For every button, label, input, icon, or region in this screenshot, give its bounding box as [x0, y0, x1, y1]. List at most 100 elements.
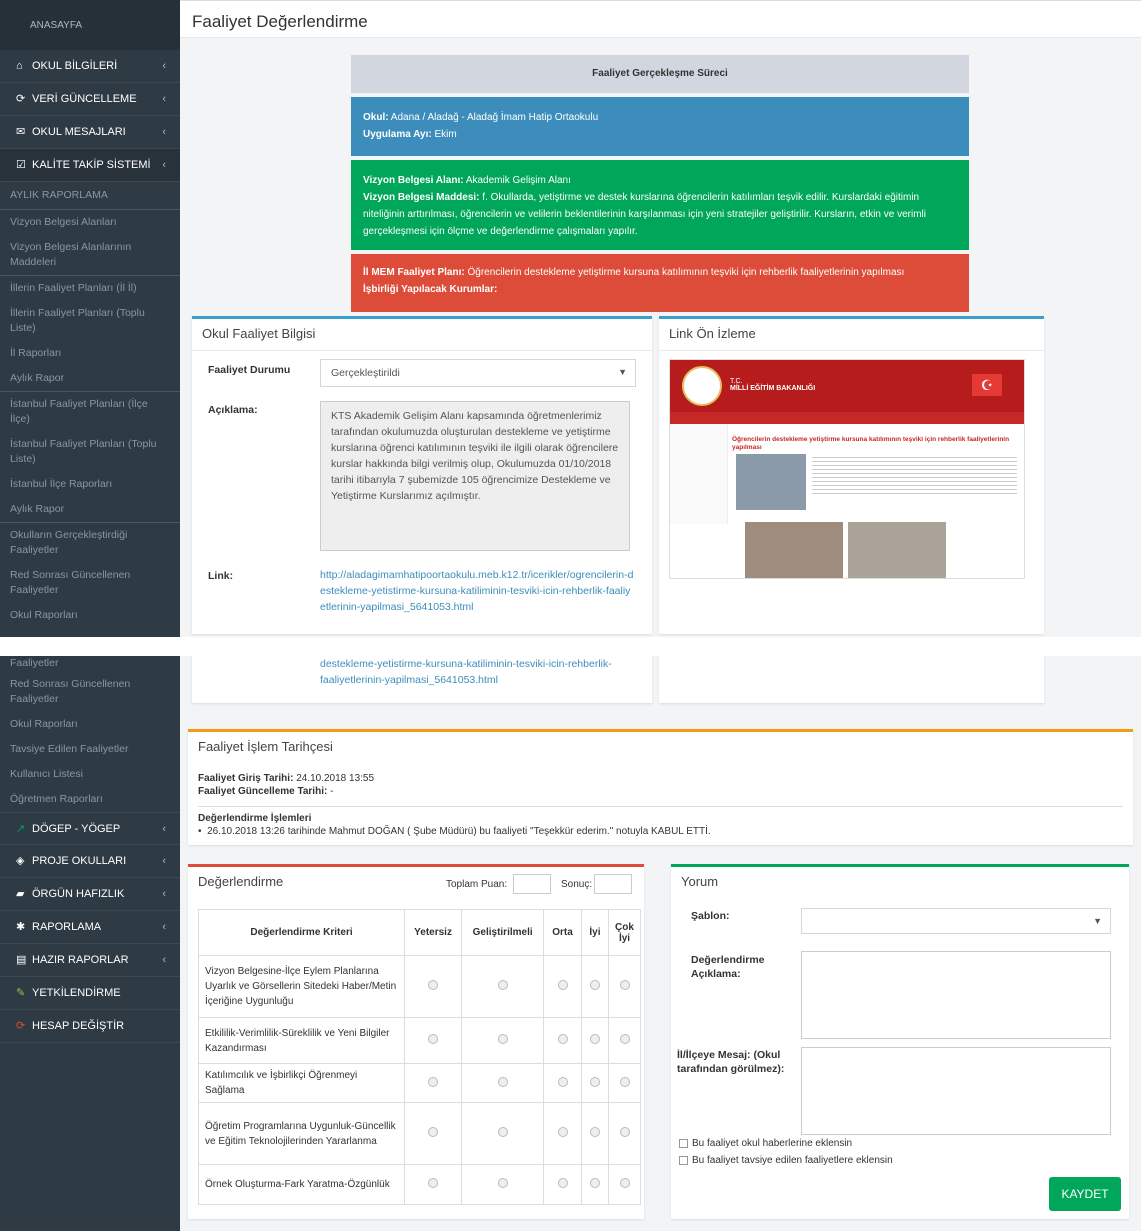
template-select[interactable]: ▼ [801, 908, 1111, 934]
update-date: - [330, 786, 334, 797]
radio-yetersiz[interactable] [428, 1034, 439, 1044]
sidebar-sub-item[interactable]: Red Sonrası Güncellenen Faaliyetler [0, 563, 180, 603]
sidebar-sub-item[interactable]: Aylık Rapor [0, 497, 180, 522]
sidebar-sub-item[interactable]: Aylık Rapor [0, 366, 180, 391]
preview-left-list [670, 424, 728, 524]
sidebar-sub-item[interactable]: Tavsiye Edilen Faaliyetler [0, 737, 180, 762]
menu-hesap-degistir[interactable]: ⟳ HESAP DEĞİŞTİR [0, 1010, 180, 1043]
menu-yetkilendirme[interactable]: ✎ YETKİLENDİRME [0, 977, 180, 1010]
status-select[interactable]: Gerçekleştirildi ▼ [320, 359, 636, 387]
menu-okul-bilgileri[interactable]: ⌂ OKUL BİLGİLERİ ‹ [0, 50, 180, 83]
radio-cok-iyi[interactable] [619, 1127, 630, 1137]
pencil-icon: ✎ [16, 987, 26, 999]
radio-cok-iyi[interactable] [619, 1034, 630, 1044]
chevron-left-icon: ‹ [162, 823, 166, 835]
activity-link[interactable]: destekleme-yetistirme-kursuna-katilimini… [320, 656, 636, 688]
menu-orgun-hafizlik[interactable]: ▰ ÖRGÜN HAFIZLIK ‹ [0, 878, 180, 911]
menu-proje-okullari[interactable]: ◈ PROJE OKULLARI ‹ [0, 845, 180, 878]
radio-iyi[interactable] [589, 1034, 600, 1044]
radio-yetersiz[interactable] [428, 1178, 439, 1188]
radio-cok-iyi[interactable] [619, 1076, 630, 1087]
sidebar-sub-item[interactable]: İstanbul Faaliyet Planları (İlçe İlçe) [0, 391, 180, 432]
result-input[interactable] [594, 874, 632, 894]
chevron-left-icon: ‹ [162, 93, 166, 105]
radio-yetersiz[interactable] [428, 1127, 439, 1137]
sidebar-sub-item[interactable]: Faaliyetler [0, 656, 180, 672]
radio-iyi[interactable] [589, 1076, 600, 1087]
radio-orta[interactable] [557, 980, 568, 990]
message-textarea[interactable] [801, 1047, 1111, 1135]
menu-veri-guncelleme[interactable]: ⟳ VERİ GÜNCELLEME ‹ [0, 83, 180, 116]
checkbox-recommended[interactable]: Bu faaliyet tavsiye edilen faaliyetlere … [679, 1155, 893, 1166]
radio-yetersiz[interactable] [428, 1076, 439, 1087]
evaluation-panel: Değerlendirme Toplam Puan: Sonuç: Değerl… [188, 864, 644, 1219]
menu-kalite-takip[interactable]: ☑ KALİTE TAKİP SİSTEMİ ‹ [0, 149, 180, 182]
preview-panel: Link Ön İzleme T.C. MİLLİ EĞİTİM BAKANLI… [659, 316, 1044, 634]
sidebar-sub-item[interactable]: İstanbul İlçe Raporları [0, 472, 180, 497]
activity-link[interactable]: http://aladagimamhatipoortaokulu.meb.k12… [320, 567, 636, 615]
total-score-label: Toplam Puan: [446, 879, 508, 890]
link-label: Link: [208, 570, 234, 582]
chevron-left-icon: ‹ [162, 60, 166, 72]
sidebar-sub-item[interactable]: Okul Raporları [0, 603, 180, 628]
menu-okul-mesajlari[interactable]: ✉ OKUL MESAJLARI ‹ [0, 116, 180, 149]
radio-orta[interactable] [557, 1076, 568, 1087]
radio-cok-iyi[interactable] [619, 1178, 630, 1188]
radio-orta[interactable] [557, 1178, 568, 1188]
comment-title: Yorum [681, 874, 719, 889]
radio-iyi[interactable] [589, 1127, 600, 1137]
col-header: İyi [580, 909, 610, 956]
sidebar-sub-item[interactable]: İllerin Faaliyet Planları (İl İl) [0, 275, 180, 301]
sidebar-sub-item[interactable]: Vizyon Belgesi Alanları [0, 209, 180, 235]
template-label: Şablon: [691, 910, 730, 922]
sidebar-sub-item[interactable]: Okul Raporları [0, 712, 180, 737]
radio-gelistirilmeli[interactable] [497, 980, 508, 990]
sidebar-home[interactable]: ANASAYFA [0, 0, 180, 50]
process-vision-box: Vizyon Belgesi Alanı: Akademik Gelişim A… [351, 160, 969, 250]
checkbox[interactable] [679, 1138, 688, 1148]
radio-orta[interactable] [557, 1034, 568, 1044]
checkbox-news[interactable]: Bu faaliyet okul haberlerine eklensin [679, 1138, 852, 1149]
refresh-icon: ⟳ [16, 1020, 26, 1032]
sidebar-sub-item[interactable]: Red Sonrası Güncellenen Faaliyetler [0, 672, 180, 712]
radio-cok-iyi[interactable] [619, 980, 630, 990]
application-month: Ekim [434, 129, 457, 140]
radio-gelistirilmeli[interactable] [497, 1076, 508, 1087]
status-label: Faaliyet Durumu [208, 364, 291, 376]
total-score-input[interactable] [513, 874, 551, 894]
checkbox[interactable] [679, 1155, 688, 1165]
menu-raporlama[interactable]: ✱ RAPORLAMA ‹ [0, 911, 180, 944]
sidebar-sub-item[interactable]: İllerin Faaliyet Planları (Toplu Liste) [0, 301, 180, 341]
radio-iyi[interactable] [589, 1178, 600, 1188]
menu-hazir-raporlar[interactable]: ▤ HAZIR RAPORLAR ‹ [0, 944, 180, 977]
history-divider [198, 806, 1123, 807]
table-row: Vizyon Belgesine-İlçe Eylem Planlarına U… [198, 955, 641, 1018]
col-header: Yetersiz [403, 909, 463, 956]
radio-gelistirilmeli[interactable] [497, 1034, 508, 1044]
save-button[interactable]: KAYDET [1049, 1177, 1121, 1211]
preview-site-header: T.C. MİLLİ EĞİTİM BAKANLIĞI ☪ [670, 360, 1024, 412]
page-title: Faaliyet Değerlendirme [180, 0, 1141, 38]
sidebar-sub-item[interactable]: Öğretmen Raporları [0, 787, 180, 812]
info-panel-continued: destekleme-yetistirme-kursuna-katilimini… [192, 656, 652, 703]
col-header: Geliştirilmeli [461, 909, 545, 956]
info-panel: Okul Faaliyet Bilgisi Faaliyet Durumu Ge… [192, 316, 652, 634]
comment-panel: Yorum Şablon: ▼ Değerlendirme Açıklama: … [671, 864, 1129, 1219]
preview-panel-title: Link Ön İzleme [659, 319, 1044, 351]
description-textarea[interactable]: KTS Akademik Gelişim Alanı kapsamında öğ… [320, 401, 630, 551]
eval-description-textarea[interactable] [801, 951, 1111, 1039]
preview-screenshot[interactable]: T.C. MİLLİ EĞİTİM BAKANLIĞI ☪ Öğrenciler… [669, 359, 1025, 579]
radio-gelistirilmeli[interactable] [497, 1178, 508, 1188]
menu-dogep[interactable]: ↗ DÖGEP - YÖGEP ‹ [0, 812, 180, 845]
sidebar-sub-item[interactable]: İstanbul Faaliyet Planları (Toplu Liste) [0, 432, 180, 472]
radio-gelistirilmeli[interactable] [497, 1127, 508, 1137]
sidebar-sub-item[interactable]: İl Raporları [0, 341, 180, 366]
radio-iyi[interactable] [589, 980, 600, 990]
sidebar-sub-header[interactable]: AYLIK RAPORLAMA [0, 182, 180, 209]
mem-plan: Öğrencilerin destekleme yetiştirme kursu… [467, 267, 905, 278]
radio-yetersiz[interactable] [428, 980, 439, 990]
sidebar-sub-item[interactable]: Kullanıcı Listesi [0, 762, 180, 787]
radio-orta[interactable] [557, 1127, 568, 1137]
sidebar-sub-item[interactable]: Vizyon Belgesi Alanlarının Maddeleri [0, 235, 180, 275]
sidebar-sub-item[interactable]: Okulların Gerçekleştirdiği Faaliyetler [0, 522, 180, 563]
